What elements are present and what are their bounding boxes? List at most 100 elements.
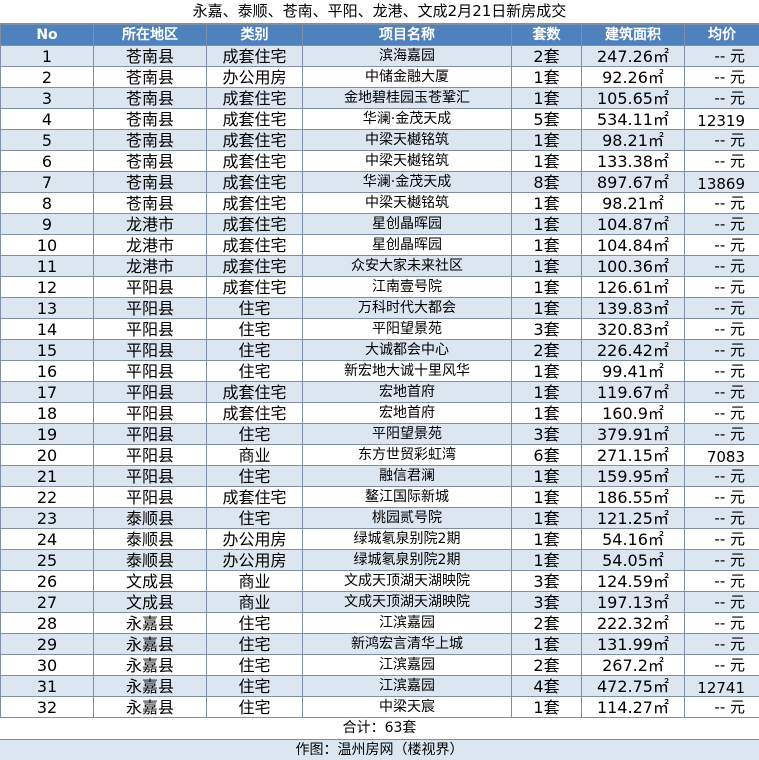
cell-type: 成套住宅 bbox=[207, 46, 303, 67]
cell-no: 6 bbox=[1, 151, 94, 172]
cell-type: 成套住宅 bbox=[207, 109, 303, 130]
cell-project: 融信君澜 bbox=[303, 466, 512, 487]
cell-project: 中梁天樾铭筑 bbox=[303, 151, 512, 172]
cell-units: 3套 bbox=[512, 424, 582, 445]
cell-size: 126.61㎡ bbox=[582, 277, 685, 298]
cell-type: 住宅 bbox=[207, 697, 303, 718]
table-row: 17平阳县成套住宅宏地首府1套119.67㎡-- 元 bbox=[1, 382, 759, 403]
cell-type: 住宅 bbox=[207, 613, 303, 634]
cell-no: 29 bbox=[1, 634, 94, 655]
cell-area: 苍南县 bbox=[94, 46, 207, 67]
table-row: 6苍南县成套住宅中梁天樾铭筑1套133.38㎡-- 元 bbox=[1, 151, 759, 172]
cell-area: 平阳县 bbox=[94, 361, 207, 382]
table-row: 2苍南县办公用房中储金融大厦1套92.26㎡-- 元 bbox=[1, 67, 759, 88]
cell-type: 成套住宅 bbox=[207, 487, 303, 508]
cell-price: -- 元 bbox=[685, 655, 759, 676]
cell-project: 大诚都会中心 bbox=[303, 340, 512, 361]
cell-size: 104.84㎡ bbox=[582, 235, 685, 256]
cell-price: -- 元 bbox=[685, 634, 759, 655]
cell-no: 8 bbox=[1, 193, 94, 214]
cell-project: 鳌江国际新城 bbox=[303, 487, 512, 508]
cell-size: 104.87㎡ bbox=[582, 214, 685, 235]
cell-price: -- 元 bbox=[685, 214, 759, 235]
cell-project: 星创晶晖园 bbox=[303, 235, 512, 256]
cell-type: 成套住宅 bbox=[207, 151, 303, 172]
cell-project: 中梁天樾铭筑 bbox=[303, 193, 512, 214]
table-row: 32永嘉县住宅中梁天宸1套114.27㎡-- 元 bbox=[1, 697, 759, 718]
cell-price: -- 元 bbox=[685, 697, 759, 718]
cell-price: -- 元 bbox=[685, 382, 759, 403]
cell-project: 绿城氡泉别院2期 bbox=[303, 529, 512, 550]
cell-area: 泰顺县 bbox=[94, 550, 207, 571]
cell-project: 文成天顶湖天湖映院 bbox=[303, 571, 512, 592]
cell-units: 1套 bbox=[512, 466, 582, 487]
cell-no: 3 bbox=[1, 88, 94, 109]
cell-size: 98.21㎡ bbox=[582, 193, 685, 214]
cell-type: 住宅 bbox=[207, 466, 303, 487]
cell-size: 197.13㎡ bbox=[582, 592, 685, 613]
cell-type: 住宅 bbox=[207, 361, 303, 382]
cell-units: 2套 bbox=[512, 655, 582, 676]
table-row: 16平阳县住宅新宏地大诚十里风华1套99.41㎡-- 元 bbox=[1, 361, 759, 382]
cell-units: 1套 bbox=[512, 130, 582, 151]
cell-units: 6套 bbox=[512, 445, 582, 466]
cell-type: 住宅 bbox=[207, 298, 303, 319]
table-row: 13平阳县住宅万科时代大都会1套139.83㎡-- 元 bbox=[1, 298, 759, 319]
cell-project: 华澜·金茂天成 bbox=[303, 109, 512, 130]
cell-type: 成套住宅 bbox=[207, 277, 303, 298]
cell-units: 3套 bbox=[512, 319, 582, 340]
cell-area: 永嘉县 bbox=[94, 655, 207, 676]
cell-type: 成套住宅 bbox=[207, 403, 303, 424]
cell-no: 1 bbox=[1, 46, 94, 67]
cell-price: -- 元 bbox=[685, 508, 759, 529]
cell-area: 平阳县 bbox=[94, 319, 207, 340]
cell-project: 华澜·金茂天成 bbox=[303, 172, 512, 193]
cell-project: 新宏地大诚十里风华 bbox=[303, 361, 512, 382]
cell-project: 江滨嘉园 bbox=[303, 655, 512, 676]
cell-no: 9 bbox=[1, 214, 94, 235]
maker-credit: 作图：温州房网（楼视界） bbox=[0, 740, 759, 760]
table-row: 26文成县商业文成天顶湖天湖映院3套124.59㎡-- 元 bbox=[1, 571, 759, 592]
table-row: 14平阳县住宅平阳望景苑3套320.83㎡-- 元 bbox=[1, 319, 759, 340]
cell-area: 龙港市 bbox=[94, 214, 207, 235]
cell-units: 1套 bbox=[512, 256, 582, 277]
cell-area: 平阳县 bbox=[94, 277, 207, 298]
cell-price: -- 元 bbox=[685, 298, 759, 319]
cell-no: 21 bbox=[1, 466, 94, 487]
cell-size: 54.05㎡ bbox=[582, 550, 685, 571]
cell-size: 105.65㎡ bbox=[582, 88, 685, 109]
table-row: 3苍南县成套住宅金地碧桂园玉苍鞏汇1套105.65㎡-- 元 bbox=[1, 88, 759, 109]
cell-units: 1套 bbox=[512, 235, 582, 256]
cell-price: -- 元 bbox=[685, 67, 759, 88]
cell-area: 苍南县 bbox=[94, 109, 207, 130]
cell-no: 16 bbox=[1, 361, 94, 382]
cell-units: 1套 bbox=[512, 697, 582, 718]
cell-no: 5 bbox=[1, 130, 94, 151]
sales-table: No 所在地区 类别 项目名称 套数 建筑面积 均价 1苍南县成套住宅滨海嘉园2… bbox=[0, 24, 759, 718]
cell-area: 苍南县 bbox=[94, 67, 207, 88]
cell-no: 31 bbox=[1, 676, 94, 697]
header-row: No 所在地区 类别 项目名称 套数 建筑面积 均价 bbox=[1, 25, 759, 46]
cell-type: 住宅 bbox=[207, 655, 303, 676]
cell-area: 苍南县 bbox=[94, 172, 207, 193]
cell-type: 办公用房 bbox=[207, 67, 303, 88]
header-project: 项目名称 bbox=[303, 25, 512, 46]
cell-units: 3套 bbox=[512, 592, 582, 613]
cell-area: 苍南县 bbox=[94, 130, 207, 151]
cell-units: 2套 bbox=[512, 613, 582, 634]
table-row: 7苍南县成套住宅华澜·金茂天成8套897.67㎡13869 bbox=[1, 172, 759, 193]
cell-size: 160.9㎡ bbox=[582, 403, 685, 424]
cell-units: 2套 bbox=[512, 46, 582, 67]
cell-size: 226.42㎡ bbox=[582, 340, 685, 361]
cell-project: 江滨嘉园 bbox=[303, 676, 512, 697]
cell-type: 住宅 bbox=[207, 319, 303, 340]
cell-price: -- 元 bbox=[685, 424, 759, 445]
cell-price: -- 元 bbox=[685, 319, 759, 340]
cell-project: 宏地首府 bbox=[303, 382, 512, 403]
cell-area: 平阳县 bbox=[94, 466, 207, 487]
cell-price: -- 元 bbox=[685, 403, 759, 424]
cell-area: 平阳县 bbox=[94, 403, 207, 424]
cell-type: 商业 bbox=[207, 592, 303, 613]
cell-price: 13869 bbox=[685, 172, 759, 193]
cell-size: 124.59㎡ bbox=[582, 571, 685, 592]
